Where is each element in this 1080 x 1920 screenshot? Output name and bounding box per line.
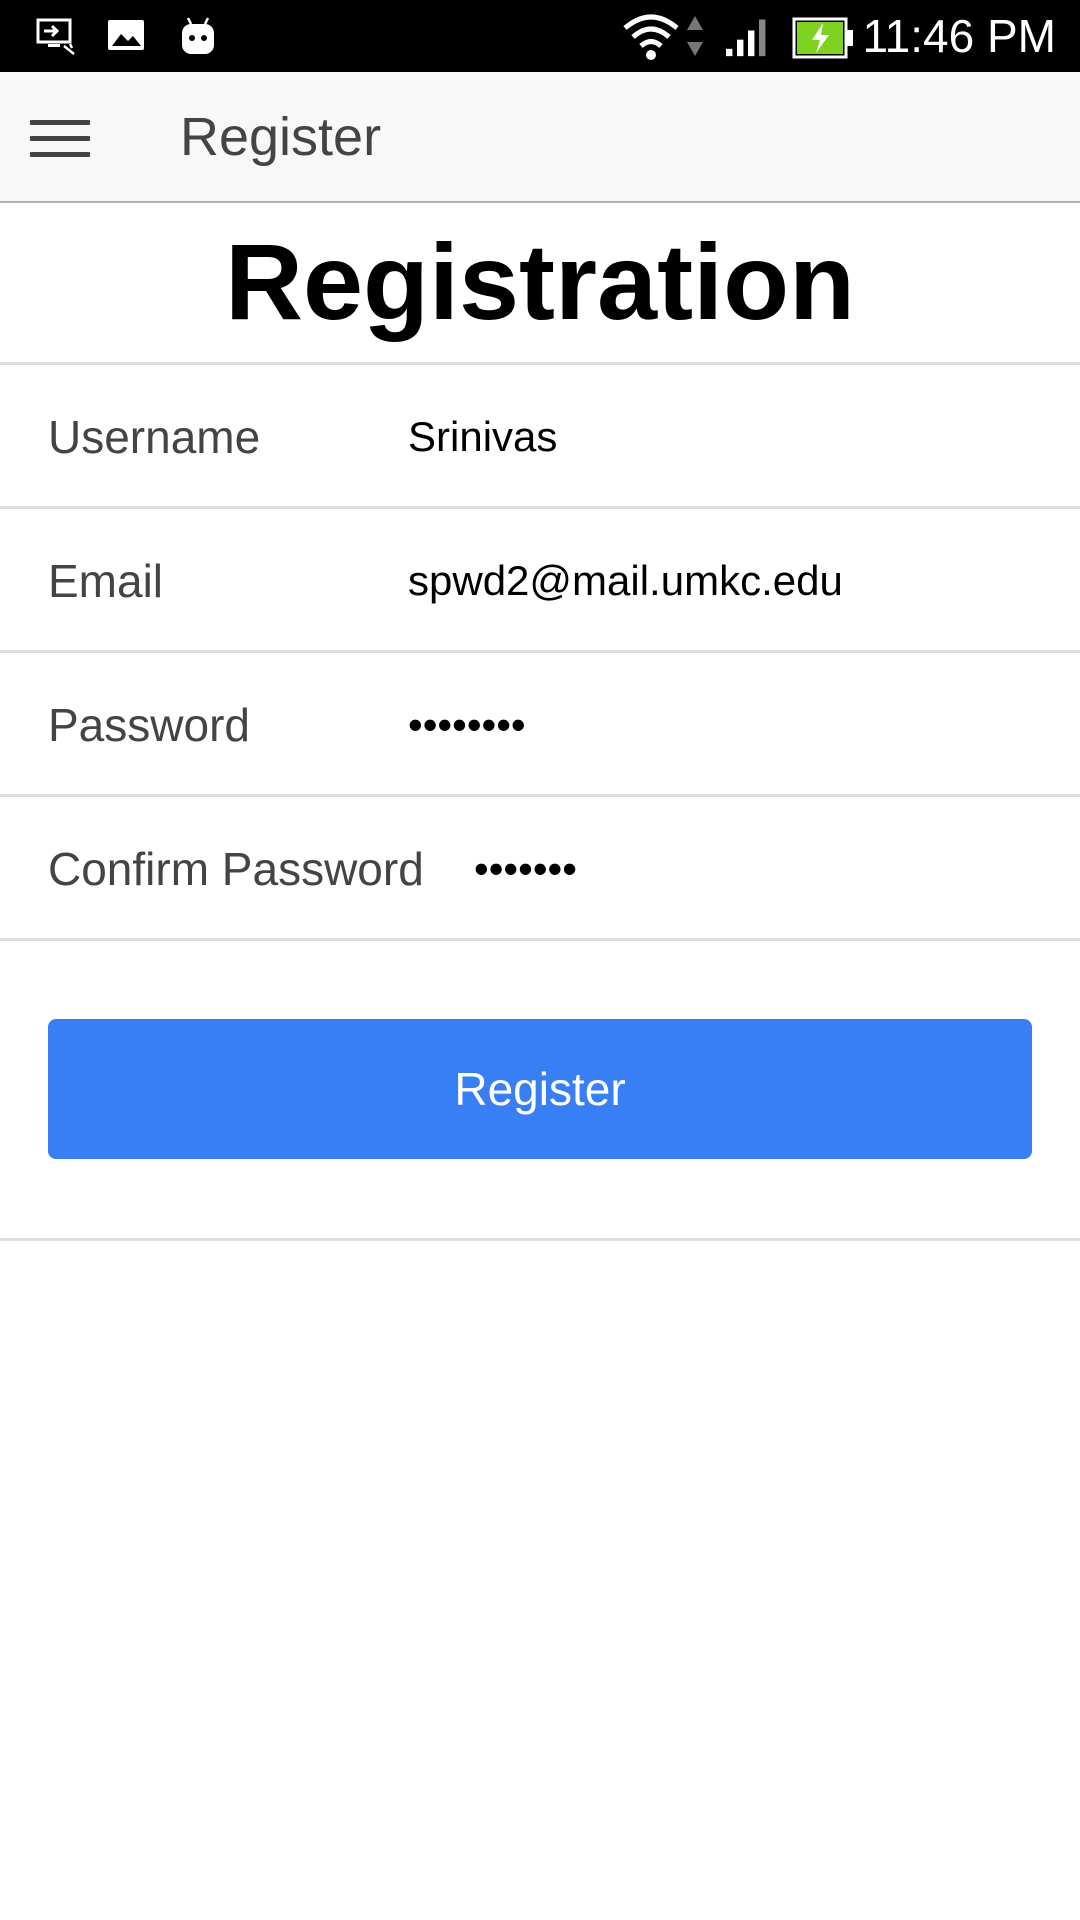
cell-signal-icon	[726, 19, 766, 57]
page-title: Registration	[224, 221, 856, 342]
username-input[interactable]	[408, 401, 1048, 473]
password-input[interactable]	[408, 689, 1048, 761]
image-icon	[108, 20, 144, 50]
data-arrows-icon	[687, 16, 703, 56]
wifi-icon	[623, 14, 679, 60]
android-icon	[182, 17, 214, 54]
password-label: Password	[48, 699, 250, 751]
menu-icon[interactable]	[20, 100, 100, 176]
button-item: Register	[0, 941, 1080, 1241]
username-row: Username	[0, 365, 1080, 509]
status-bar: 11:46 PM	[0, 0, 1080, 72]
confirm-password-label: Confirm Password	[48, 843, 424, 895]
toolbar-title: Register	[180, 107, 382, 167]
confirm-password-input[interactable]	[474, 833, 1048, 905]
confirm-password-row: Confirm Password	[0, 797, 1080, 941]
email-row: Email	[0, 509, 1080, 653]
email-input[interactable]	[408, 545, 1048, 617]
battery-charging-icon	[792, 17, 853, 59]
register-button[interactable]: Register	[48, 1019, 1032, 1159]
email-label: Email	[48, 555, 164, 607]
heading-item: Registration	[0, 205, 1080, 365]
toolbar: Register	[0, 72, 1080, 203]
username-label: Username	[48, 411, 261, 463]
status-time: 11:46 PM	[862, 10, 1056, 62]
cast-screen-icon	[36, 18, 75, 55]
password-row: Password	[0, 653, 1080, 797]
